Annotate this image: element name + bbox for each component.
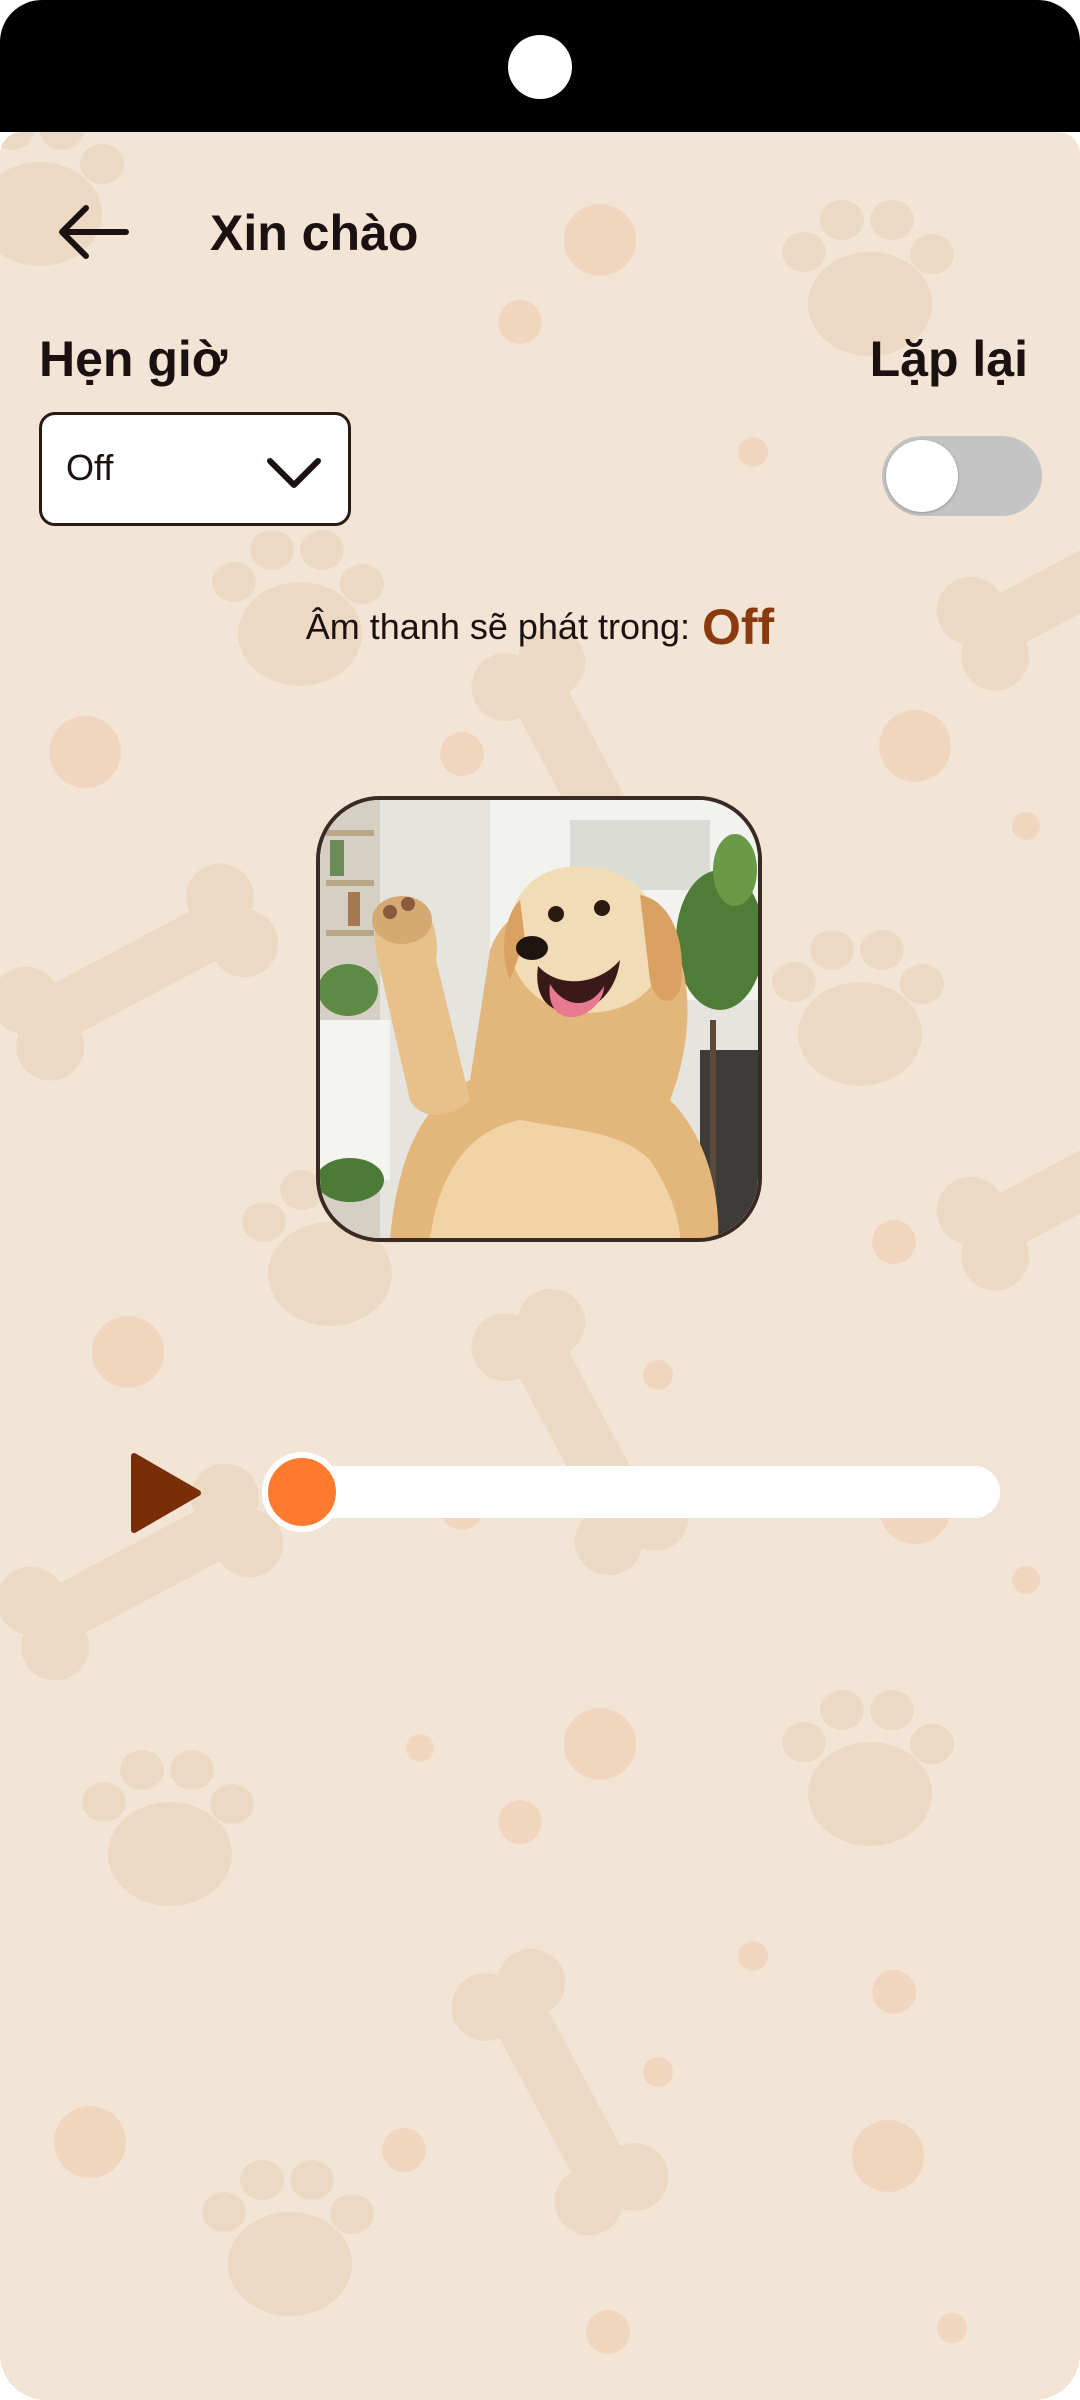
arrow-left-icon [59,205,129,259]
countdown-text: Âm thanh sẽ phát trong: Off [0,598,1080,656]
status-bar [0,0,1080,132]
countdown-value: Off [702,599,775,655]
timer-label: Hẹn giờ [39,331,228,387]
play-icon[interactable] [120,1448,210,1538]
seek-bar[interactable] [262,1466,1000,1518]
dog-photo-illustration [320,800,758,1238]
repeat-toggle[interactable] [882,436,1042,516]
camera-cutout [508,35,572,99]
repeat-toggle-knob [886,440,958,512]
audio-player [0,1412,1080,1562]
timer-dropdown[interactable]: Off [39,412,351,526]
app-screen: Xin chào Hẹn giờ Lặp lại Off Âm thanh sẽ… [0,132,1080,2400]
timer-dropdown-value: Off [66,447,114,488]
repeat-label: Lặp lại [869,331,1028,387]
chevron-down-icon [267,458,321,488]
page-title: Xin chào [210,205,419,261]
header: Xin chào [0,172,1080,312]
back-button[interactable] [44,192,140,272]
countdown-label: Âm thanh sẽ phát trong: [305,606,691,647]
dog-photo [316,796,762,1242]
seek-bar-thumb[interactable] [262,1452,342,1532]
